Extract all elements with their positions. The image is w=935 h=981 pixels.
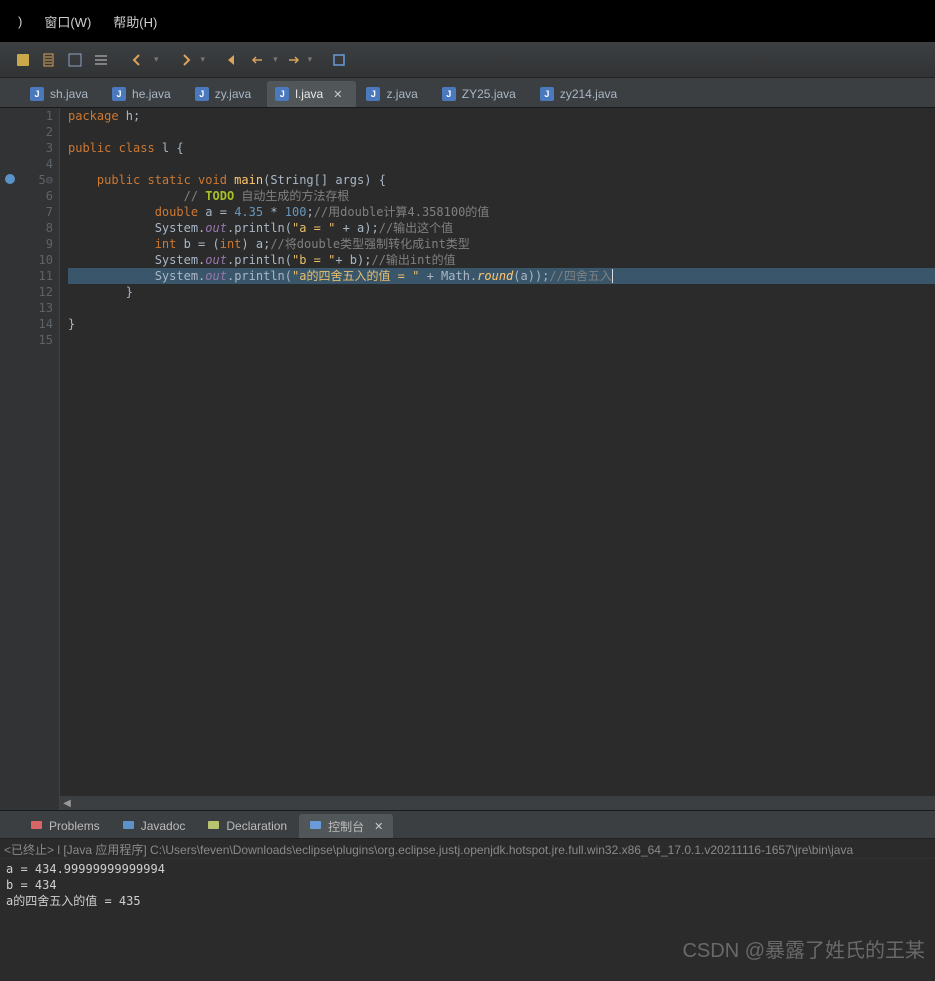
code-line[interactable] <box>68 124 935 140</box>
panel-tab-label: Javadoc <box>141 819 186 833</box>
tab-zy214-java[interactable]: Jzy214.java <box>532 81 631 107</box>
code-line[interactable] <box>68 300 935 316</box>
panel-tab-icon <box>30 818 43 834</box>
editor[interactable]: 12345⊖6789101112131415 package h; public … <box>0 108 935 810</box>
panel-tab-label: Problems <box>49 819 100 833</box>
menu-window[interactable]: 窗口(W) <box>44 12 91 31</box>
forward-icon[interactable] <box>282 49 304 71</box>
tab-l-java[interactable]: Jl.java ✕ <box>267 81 356 107</box>
code-line[interactable] <box>68 332 935 348</box>
tab-he-java[interactable]: Jhe.java <box>104 81 185 107</box>
menu-paren: ) <box>18 14 22 29</box>
toolbar: ▾ ▾ ▾ ▾ <box>0 42 935 78</box>
open-type-icon[interactable] <box>12 49 34 71</box>
editor-gutter <box>0 108 20 810</box>
horizontal-scrollbar[interactable]: ◀ <box>60 796 935 810</box>
previous-annotation-icon[interactable] <box>128 49 150 71</box>
tab-label: he.java <box>132 87 171 101</box>
tab-label: l.java <box>295 87 323 101</box>
panel-tab-Problems[interactable]: Problems <box>20 814 110 838</box>
code-line[interactable]: System.out.println("b = "+ b);//输出int的值 <box>68 252 935 268</box>
java-file-icon: J <box>112 87 126 101</box>
tab-label: zy214.java <box>560 87 617 101</box>
menu-help[interactable]: 帮助(H) <box>113 12 157 31</box>
console-output: a = 434.99999999999994 b = 434 a的四舍五入的值 … <box>0 859 935 981</box>
panel-tabs: Problems Javadoc Declaration 控制台 ✕ <box>0 811 935 839</box>
java-file-icon: J <box>442 87 456 101</box>
console-header: <已终止> l [Java 应用程序] C:\Users\feven\Downl… <box>0 839 935 859</box>
code-line[interactable]: } <box>68 316 935 332</box>
panel-tab-icon <box>207 818 220 834</box>
code-line[interactable]: System.out.println("a的四舍五入的值 = " + Math.… <box>68 268 935 284</box>
code-line[interactable]: public class l { <box>68 140 935 156</box>
code-line[interactable]: double a = 4.35 * 100;//用double计算4.35810… <box>68 204 935 220</box>
tab-label: sh.java <box>50 87 88 101</box>
last-edit-icon[interactable] <box>221 49 243 71</box>
line-numbers: 12345⊖6789101112131415 <box>20 108 60 810</box>
java-file-icon: J <box>275 87 289 101</box>
code-line[interactable]: System.out.println("a = " + a);//输出这个值 <box>68 220 935 236</box>
code-line[interactable] <box>68 156 935 172</box>
java-file-icon: J <box>540 87 554 101</box>
bottom-panel: Problems Javadoc Declaration 控制台 ✕ <已终止> l [… <box>0 810 935 981</box>
tab-ZY25-java[interactable]: J ZY25.java <box>434 81 530 107</box>
code-line[interactable]: // TODO 自动生成的方法存根 <box>68 188 935 204</box>
save-all-icon[interactable] <box>64 49 86 71</box>
pin-editor-icon[interactable] <box>328 49 350 71</box>
tab-label: ZY25.java <box>462 87 516 101</box>
tab-label: zy.java <box>215 87 251 101</box>
code-area[interactable]: package h; public class l { public static… <box>60 108 935 810</box>
close-icon[interactable]: ✕ <box>333 88 342 101</box>
code-line[interactable]: } <box>68 284 935 300</box>
close-icon[interactable]: ✕ <box>374 820 383 833</box>
tab-label: z.java <box>386 87 417 101</box>
java-file-icon: J <box>30 87 44 101</box>
java-file-icon: J <box>366 87 380 101</box>
panel-tab-控制台[interactable]: 控制台 ✕ <box>299 814 393 838</box>
toggle-breadcrumb-icon[interactable] <box>90 49 112 71</box>
new-file-icon[interactable] <box>38 49 60 71</box>
panel-tab-Javadoc[interactable]: Javadoc <box>112 814 196 838</box>
panel-tab-icon <box>122 818 135 834</box>
tab-z-java[interactable]: Jz.java <box>358 81 431 107</box>
panel-tab-label: 控制台 <box>328 818 364 835</box>
panel-tab-label: Declaration <box>226 819 287 833</box>
menubar: ) 窗口(W) 帮助(H) <box>0 0 935 42</box>
code-line[interactable]: package h; <box>68 108 935 124</box>
java-file-icon: J <box>195 87 209 101</box>
editor-tabbar: Jsh.javaJhe.javaJzy.javaJl.java✕Jz.javaJ… <box>0 78 935 108</box>
tab-sh-java[interactable]: Jsh.java <box>22 81 102 107</box>
back-icon[interactable] <box>247 49 269 71</box>
code-line[interactable]: public static void main(String[] args) { <box>68 172 935 188</box>
panel-tab-Declaration[interactable]: Declaration <box>197 814 297 838</box>
scroll-left-icon[interactable]: ◀ <box>60 796 74 810</box>
panel-tab-icon <box>309 818 322 834</box>
breakpoint-marker-icon[interactable] <box>3 172 17 186</box>
tab-zy-java[interactable]: Jzy.java <box>187 81 265 107</box>
code-line[interactable]: int b = (int) a;//将double类型强制转化成int类型 <box>68 236 935 252</box>
next-annotation-icon[interactable] <box>175 49 197 71</box>
